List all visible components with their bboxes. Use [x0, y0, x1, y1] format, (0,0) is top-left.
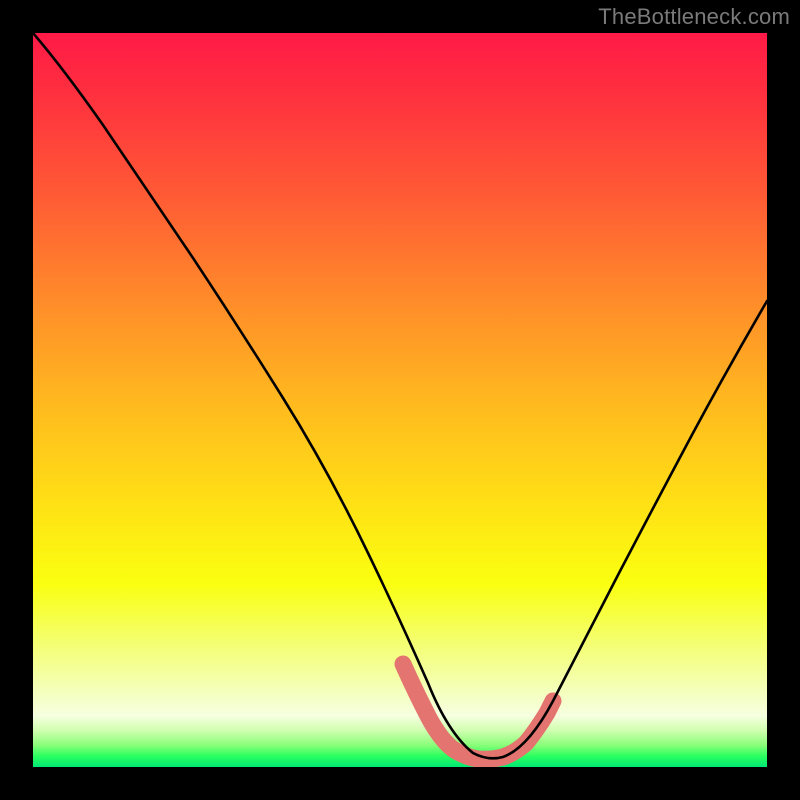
bottleneck-curve [33, 33, 767, 767]
plot-area [33, 33, 767, 767]
chart-frame: TheBottleneck.com [0, 0, 800, 800]
curve-main [33, 33, 767, 758]
watermark-text: TheBottleneck.com [598, 4, 790, 30]
